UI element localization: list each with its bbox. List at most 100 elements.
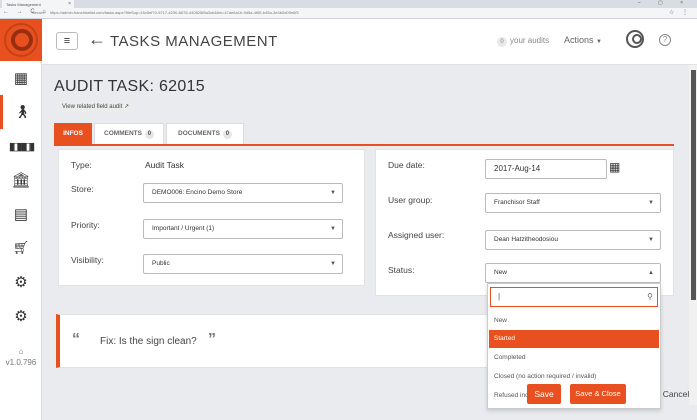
tab-comments-label: COMMENTS (104, 130, 142, 137)
back-arrow-icon[interactable]: ← (88, 29, 106, 50)
sidebar-item-barcode[interactable]: ▮▯▮▮▯▮ (0, 129, 42, 163)
browser-tab[interactable]: Tasks Management × (2, 0, 74, 8)
type-value: Audit Task (145, 160, 185, 170)
menu-button[interactable]: ≡ (56, 32, 78, 50)
sidebar-item-cogs[interactable]: ⚙ (0, 265, 42, 299)
caret-down-icon: ▼ (330, 226, 336, 232)
search-icon: ⚲ (647, 292, 653, 301)
visibility-label: Visibility: (71, 255, 104, 265)
external-link-icon: ↗ (123, 104, 129, 110)
tab-documents-label: DOCUMENTS (178, 130, 220, 137)
status-select-value: New (494, 269, 508, 276)
sidebar-item-audits[interactable]: 🚶︎ (0, 95, 42, 129)
task-info-panel: Type: Audit Task Store: DEMO006: Encino … (58, 149, 365, 286)
view-related-audit-button[interactable]: View related field audit ↗ (57, 102, 134, 113)
save-close-button[interactable]: Save & Close (570, 384, 626, 404)
close-tab-icon[interactable]: × (68, 1, 71, 7)
caret-down-icon: ▼ (596, 39, 602, 45)
user-group-select[interactable]: Franchisor Staff ▼ (485, 193, 661, 213)
assigned-user-select[interactable]: Dean Hatzitheodosiou ▼ (485, 230, 661, 250)
save-button[interactable]: Save (527, 384, 561, 404)
type-label: Type: (71, 160, 92, 170)
logo[interactable] (0, 19, 42, 61)
sidebar-item-dashboard[interactable]: ▦ (0, 61, 42, 95)
store-select-value: DEMO006: Encino Demo Store (152, 189, 243, 196)
browser-tabstrip: Tasks Management × – ▢ × (0, 0, 697, 8)
caret-up-icon: ▲ (648, 270, 654, 276)
audits-count-badge: 0 (497, 37, 507, 47)
cancel-button[interactable]: Cancel (661, 384, 691, 404)
sidebar-item-settings[interactable]: ⚙ (0, 299, 42, 333)
version-info: ⌂ v1.0.796 (0, 347, 42, 367)
open-quote-icon: “ (72, 331, 80, 348)
caret-down-icon: ▼ (330, 261, 336, 267)
home-icon[interactable]: ⌂ (0, 347, 42, 356)
view-related-label: View related field audit (62, 104, 123, 110)
comments-count-badge: 0 (144, 130, 154, 139)
audit-task-title: AUDIT TASK: 62015 (54, 78, 205, 95)
status-option-started[interactable]: Started (489, 330, 659, 348)
tab-infos-label: INFOS (63, 130, 83, 137)
address-bar: ← → C ⌂ Secure https://admin.franchiseli… (0, 8, 697, 19)
store-label: Store: (71, 184, 94, 194)
user-group-label: User group: (388, 195, 433, 205)
status-search-input[interactable]: | ⚲ (490, 287, 658, 307)
sidebar: ▦ 🚶︎ ▮▯▮▮▯▮ 🏛︎ ▤ 🛒︎ ⚙ ⚙ ⌂ v1.0.796 (0, 19, 42, 420)
status-option-new[interactable]: New (489, 312, 659, 330)
logo-ring (11, 29, 33, 51)
audits-label: your audits (510, 36, 550, 45)
due-date-label: Due date: (388, 160, 425, 170)
actions-menu[interactable]: Actions ▼ (564, 35, 602, 45)
tab-documents[interactable]: DOCUMENTS 0 (166, 123, 244, 145)
grid-icon: ▦ (13, 70, 29, 87)
priority-select[interactable]: Important / Urgent (1) ▼ (143, 219, 343, 239)
actions-label: Actions (564, 35, 594, 45)
due-date-input[interactable]: 2017-Aug-14 (485, 159, 607, 179)
tab-comments[interactable]: COMMENTS 0 (94, 123, 164, 145)
gear-icon: ⚙ (14, 308, 28, 325)
sidebar-item-calculator[interactable]: ▤ (0, 197, 42, 231)
bank-icon: 🏛︎ (11, 172, 31, 189)
tab-infos[interactable]: INFOS (54, 123, 92, 145)
window-controls[interactable]: – ▢ × (638, 0, 691, 6)
sidebar-item-bank[interactable]: 🏛︎ (0, 163, 42, 197)
person-icon: 🚶︎ (14, 104, 31, 119)
status-option-completed[interactable]: Completed (489, 349, 659, 367)
close-quote-icon: ” (208, 331, 216, 348)
tab-underline (54, 144, 674, 146)
cogs-icon: ⚙ (14, 274, 28, 291)
store-select[interactable]: DEMO006: Encino Demo Store ▼ (143, 183, 343, 203)
calculator-icon: ▤ (13, 206, 29, 223)
due-date-value: 2017-Aug-14 (494, 164, 541, 173)
user-avatar-icon[interactable] (626, 30, 644, 48)
status-label: Status: (388, 265, 415, 275)
visibility-select[interactable]: Public ▼ (143, 254, 343, 274)
calendar-icon[interactable]: ▦ (609, 160, 620, 174)
priority-select-value: Important / Urgent (1) (152, 225, 215, 232)
audit-question-panel: “ Fix: Is the sign clean? ” (56, 314, 488, 368)
help-icon[interactable]: ? (659, 34, 671, 46)
version-label: v1.0.796 (5, 358, 37, 367)
status-search-value: | (498, 292, 501, 301)
page-title: TASKS MANAGEMENT (110, 33, 278, 50)
barcode-icon: ▮▯▮▮▯▮ (8, 140, 35, 153)
user-group-value: Franchisor Staff (494, 199, 540, 206)
sidebar-item-cart[interactable]: 🛒︎ (0, 231, 42, 265)
url-text: https://admin.franchiselist.com/tasks.as… (49, 10, 299, 15)
scrollbar-thumb[interactable] (691, 70, 696, 300)
your-audits-link[interactable]: 0 your audits (497, 36, 549, 47)
cart-icon: 🛒︎ (12, 240, 30, 255)
assigned-user-value: Dean Hatzitheodosiou (494, 236, 558, 243)
url-field[interactable]: Secure https://admin.franchiselist.com/t… (32, 10, 662, 17)
caret-down-icon: ▼ (648, 237, 654, 243)
caret-down-icon: ▼ (648, 200, 654, 206)
assigned-user-label: Assigned user: (388, 230, 445, 240)
visibility-select-value: Public (152, 260, 170, 267)
priority-label: Priority: (71, 220, 100, 230)
header: ≡ ← TASKS MANAGEMENT 0 your audits Action… (42, 19, 697, 65)
hamburger-icon: ≡ (63, 35, 71, 47)
caret-down-icon: ▼ (330, 190, 336, 196)
browser-toolbar-icons[interactable]: ☆ ⋮ (669, 9, 691, 16)
status-select[interactable]: New ▲ (485, 263, 661, 283)
task-assignment-panel: Due date: 2017-Aug-14 ▦ User group: Fran… (375, 149, 674, 296)
